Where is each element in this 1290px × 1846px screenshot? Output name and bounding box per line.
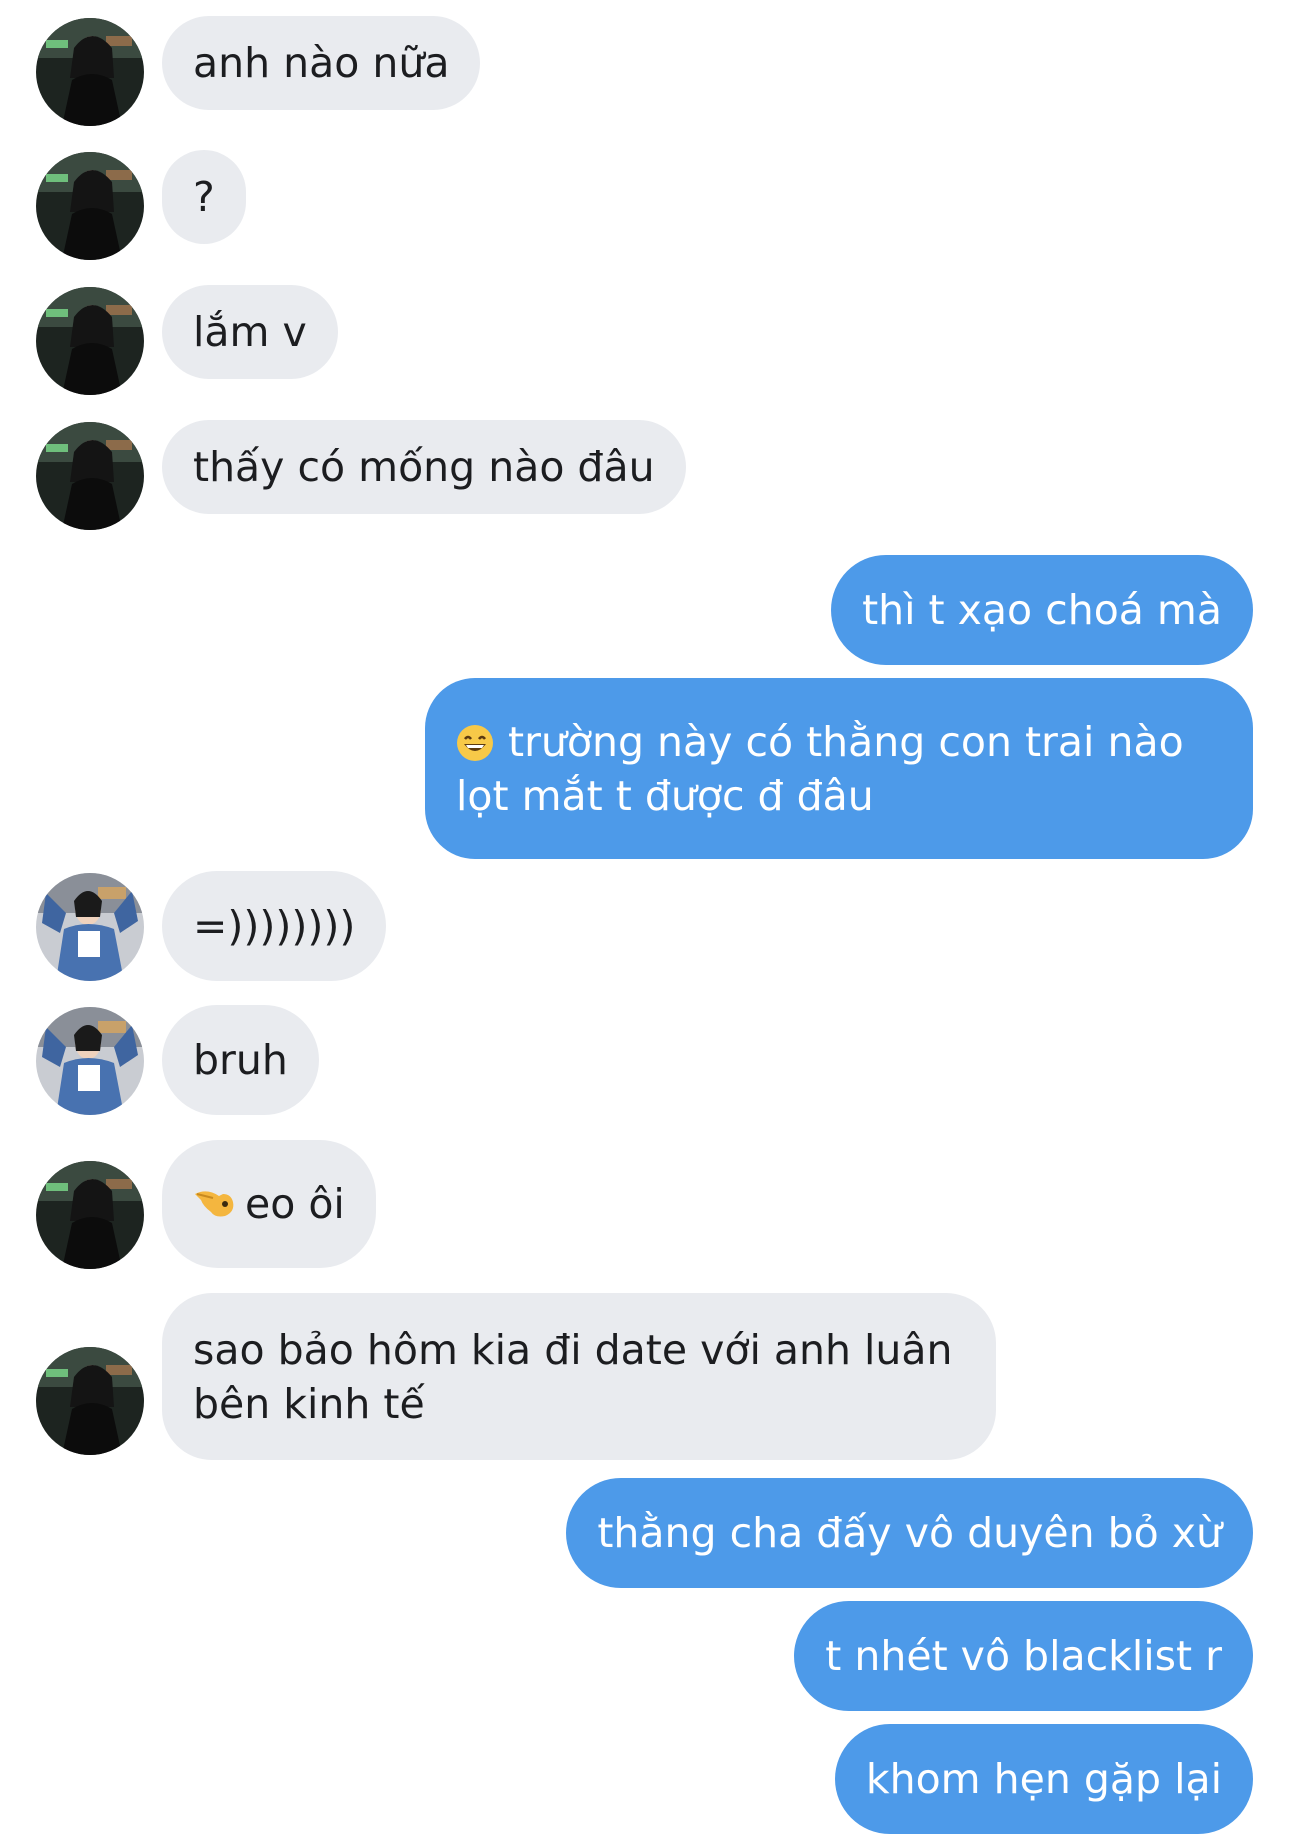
- message-text: bruh: [193, 1036, 288, 1084]
- avatar[interactable]: [36, 422, 144, 530]
- message-text: eo ôi: [245, 1180, 345, 1228]
- avatar[interactable]: [36, 1161, 144, 1269]
- message-bubble[interactable]: bruh: [162, 1005, 319, 1115]
- avatar-night-photo-icon: [36, 18, 144, 126]
- avatar-night-photo-icon: [36, 1347, 144, 1455]
- avatar[interactable]: [36, 18, 144, 126]
- message-text: anh nào nữa: [193, 39, 450, 87]
- message-bubble[interactable]: ?: [162, 150, 246, 244]
- message-bubble-sent[interactable]: trường này có thằng con trai nào lọt mắt…: [425, 678, 1253, 859]
- message-bubble-sent[interactable]: thằng cha đấy vô duyên bỏ xừ: [566, 1478, 1253, 1588]
- message-text: khom hẹn gặp lại: [865, 1755, 1222, 1803]
- message-text: trường này có thằng con trai nào lọt mắt…: [456, 717, 1184, 820]
- message-bubble[interactable]: =)))))))): [162, 871, 387, 981]
- avatar-night-photo-icon: [36, 152, 144, 260]
- message-bubble[interactable]: lắm v: [162, 285, 338, 379]
- message-text: thì t xạo choá mà: [862, 586, 1222, 634]
- avatar-night-photo-icon: [36, 287, 144, 395]
- message-text: lắm v: [193, 308, 307, 356]
- avatar[interactable]: [36, 1347, 144, 1455]
- message-bubble[interactable]: sao bảo hôm kia đi date với anh luân bên…: [162, 1293, 996, 1460]
- message-bubble-sent[interactable]: thì t xạo choá mà: [831, 555, 1253, 665]
- avatar[interactable]: [36, 873, 144, 981]
- message-text: t nhét vô blacklist r: [825, 1632, 1222, 1680]
- avatar[interactable]: [36, 1007, 144, 1115]
- avatar-denim-jacket-icon: [36, 1007, 144, 1115]
- message-bubble[interactable]: anh nào nữa: [162, 16, 481, 110]
- pointing-hand-icon: [193, 1184, 237, 1224]
- avatar-denim-jacket-icon: [36, 873, 144, 981]
- message-bubble[interactable]: thấy có mống nào đâu: [162, 420, 686, 514]
- message-text: thằng cha đấy vô duyên bỏ xừ: [597, 1509, 1222, 1557]
- message-text: =)))))))): [193, 902, 356, 950]
- message-bubble-sent[interactable]: khom hẹn gặp lại: [834, 1724, 1253, 1834]
- message-text: sao bảo hôm kia đi date với anh luân bên…: [193, 1325, 953, 1428]
- message-bubble[interactable]: eo ôi: [162, 1140, 376, 1268]
- message-text: ?: [193, 173, 215, 221]
- grinning-face-icon: [456, 724, 494, 762]
- avatar[interactable]: [36, 287, 144, 395]
- message-text-wrap: trường này có thằng con trai nào lọt mắt…: [456, 715, 1213, 823]
- avatar-night-photo-icon: [36, 422, 144, 530]
- message-text: thấy có mống nào đâu: [193, 443, 655, 491]
- message-bubble-sent[interactable]: t nhét vô blacklist r: [794, 1601, 1253, 1711]
- avatar-night-photo-icon: [36, 1161, 144, 1269]
- avatar[interactable]: [36, 152, 144, 260]
